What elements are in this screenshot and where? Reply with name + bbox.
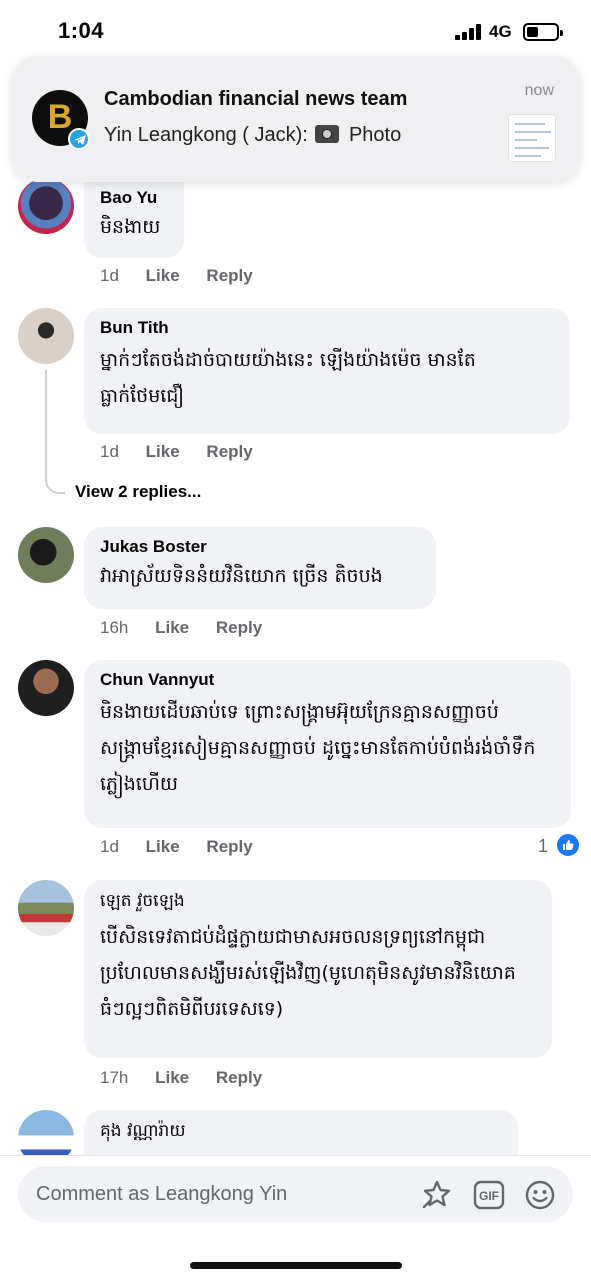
avatar[interactable] (18, 880, 74, 936)
comment-input-placeholder: Comment as Leangkong Yin (36, 1183, 288, 1205)
comment-actions: 1d Like Reply (100, 442, 275, 462)
comment-bubble: ឡេត វួចឡេង បើសិនទេវតាជប់ដំផ្ទក្លាយជាមាសអ… (84, 880, 552, 1058)
thread-connector (45, 370, 65, 494)
comment-actions: 1d Like Reply (100, 266, 275, 286)
notification-title: Cambodian financial news team (104, 88, 408, 110)
camera-icon (315, 125, 340, 143)
avatar[interactable] (18, 178, 74, 234)
like-button[interactable]: Like (146, 837, 180, 857)
battery-icon (523, 23, 563, 41)
comment-text: បើសិនទេវតាជប់ដំផ្ទក្លាយជាមាសអចលនទ្រព្យនៅ… (100, 926, 516, 1020)
comment-actions: 17h Like Reply (100, 1068, 284, 1088)
avatar[interactable] (18, 308, 74, 364)
comment-author[interactable]: Jukas Boster (100, 537, 420, 557)
comment-item: Bun Tith ម្នាក់ៗតែចង់ដាច់បាយយ៉ាងនេះ ឡើងយ… (0, 308, 591, 508)
comment-text: វាអាស្រ័យទិននំយវិនិយោក ច្រើន តិចបង (100, 565, 383, 587)
network-label: 4G (489, 22, 512, 41)
svg-text:GIF: GIF (479, 1189, 499, 1203)
home-indicator[interactable] (190, 1262, 402, 1269)
signal-icon (455, 24, 483, 40)
reply-button[interactable]: Reply (206, 266, 252, 286)
view-replies-link[interactable]: View 2 replies... (75, 482, 201, 502)
comment-actions: 16h Like Reply (100, 618, 284, 638)
reaction-summary[interactable]: 1 (538, 834, 579, 857)
avatar[interactable] (18, 527, 74, 583)
comment-bubble: Jukas Boster វាអាស្រ័យទិននំយវិនិយោក ច្រើ… (84, 527, 436, 609)
like-button[interactable]: Like (146, 442, 180, 462)
comment-time: 1d (100, 266, 119, 285)
notification-banner[interactable]: B Cambodian financial news team Yin Lean… (12, 56, 580, 182)
comment-time: 17h (100, 1068, 129, 1087)
comment-author[interactable]: Bun Tith (100, 318, 554, 338)
like-button[interactable]: Like (155, 618, 189, 638)
comment-text: ម្នាក់ៗតែចង់ដាច់បាយយ៉ាងនេះ ឡើងយ៉ាងម៉េច ម… (100, 349, 476, 407)
telegram-badge-icon (68, 128, 90, 150)
comment-item: Jukas Boster វាអាស្រ័យទិននំយវិនិយោក ច្រើ… (0, 527, 591, 647)
comment-bubble: Bao Yu មិនងាយ (84, 170, 184, 258)
notification-sender: Yin Leangkong ( Jack): (104, 124, 308, 146)
emoji-icon[interactable] (524, 1179, 556, 1211)
notification-body: Yin Leangkong ( Jack): Photo (104, 124, 401, 147)
reaction-count: 1 (537, 836, 548, 856)
comment-input[interactable]: Comment as Leangkong Yin GIF (18, 1166, 573, 1222)
comment-item: Chun Vannyut មិនងាយដើបឆាប់ទេ ព្រោះសង្គ្រ… (0, 660, 591, 865)
comment-item: ឡេត វួចឡេង បើសិនទេវតាជប់ដំផ្ទក្លាយជាមាសអ… (0, 880, 591, 1090)
comment-text: មិនងាយដើបឆាប់ទេ ព្រោះសង្គ្រាមអ៊ុយក្រែនគ្… (100, 701, 536, 795)
status-bar: 1:04 4G (0, 0, 591, 60)
like-button[interactable]: Like (155, 1068, 189, 1088)
reply-button[interactable]: Reply (216, 618, 262, 638)
notification-media-label: Photo (348, 124, 402, 146)
comment-item: គុង វណ្ណារ៉ាយ (0, 1110, 591, 1170)
sticker-icon[interactable] (421, 1179, 453, 1211)
comment-time: 16h (100, 618, 129, 637)
notification-thumbnail (508, 114, 556, 162)
comment-author[interactable]: Bao Yu (100, 188, 168, 208)
comment-time: 1d (100, 837, 119, 856)
notification-time: now (524, 82, 554, 99)
avatar[interactable] (18, 660, 74, 716)
comment-author[interactable]: ឡេត វួចឡេង (100, 890, 536, 915)
comment-author[interactable]: គុង វណ្ណារ៉ាយ (100, 1120, 502, 1145)
comment-bubble: Chun Vannyut មិនងាយដើបឆាប់ទេ ព្រោះសង្គ្រ… (84, 660, 571, 828)
reply-button[interactable]: Reply (206, 442, 252, 462)
comment-text: មិនងាយ (100, 216, 161, 238)
comment-time: 1d (100, 442, 119, 461)
comment-item: Bao Yu មិនងាយ 1d Like Reply (0, 170, 591, 290)
like-reaction-icon (557, 834, 579, 856)
comment-author[interactable]: Chun Vannyut (100, 670, 555, 690)
like-button[interactable]: Like (146, 266, 180, 286)
reply-button[interactable]: Reply (206, 837, 252, 857)
gif-icon[interactable]: GIF (473, 1179, 505, 1211)
comment-actions: 1d Like Reply (100, 837, 275, 857)
status-time: 1:04 (58, 18, 105, 43)
reply-button[interactable]: Reply (216, 1068, 262, 1088)
comment-bubble: Bun Tith ម្នាក់ៗតែចង់ដាច់បាយយ៉ាងនេះ ឡើងយ… (84, 308, 570, 434)
